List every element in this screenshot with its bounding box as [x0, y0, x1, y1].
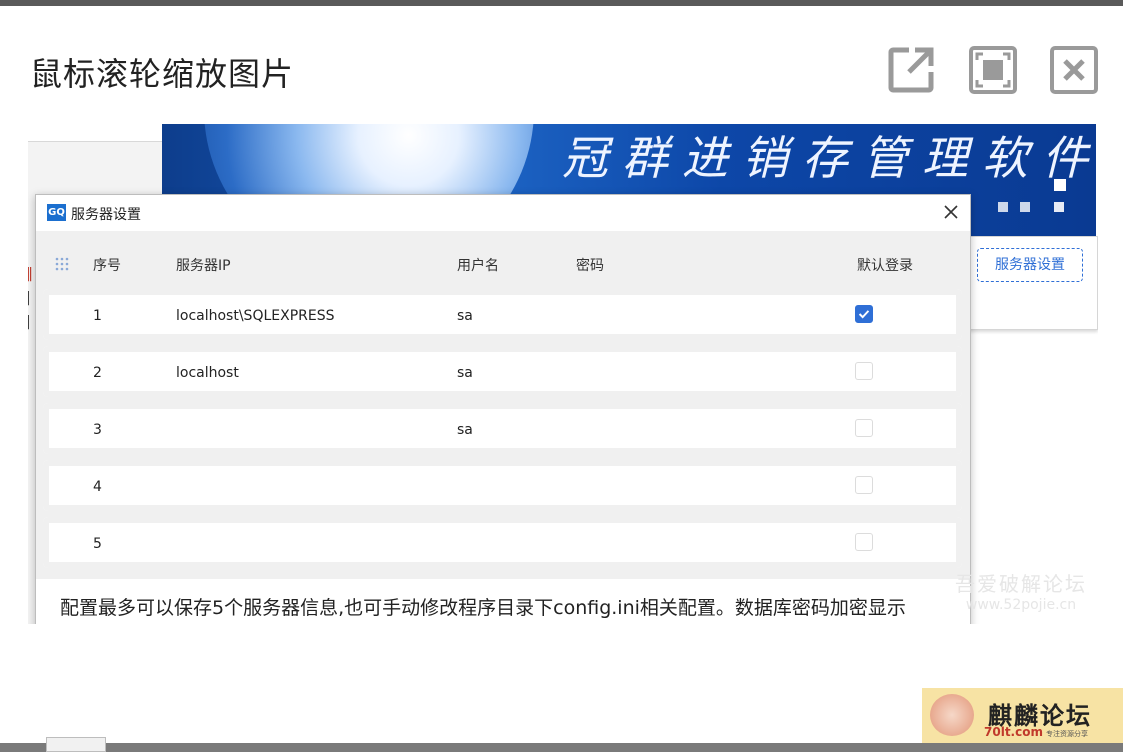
table-row[interactable]: 5 — [43, 517, 962, 568]
background-left-fragments: ‖|| — [28, 266, 33, 330]
table-row[interactable]: 3 sa — [43, 403, 962, 454]
cell-ip[interactable]: localhost — [176, 365, 239, 381]
banner-title: 冠群进销存管理软件 — [562, 131, 1096, 185]
fit-screen-icon — [969, 46, 1017, 94]
close-button[interactable] — [1048, 44, 1100, 96]
dialog-title: 服务器设置 — [71, 207, 141, 223]
background-fragment — [46, 737, 106, 752]
table-row[interactable]: 2 localhost sa — [43, 346, 962, 397]
brand-url: 70lt.com — [984, 725, 1043, 739]
background-window-strip — [0, 0, 1123, 6]
viewer-title: 鼠标滚轮缩放图片 — [30, 55, 295, 93]
grid-dots-icon[interactable] — [55, 257, 69, 271]
column-header-seq[interactable]: 序号 — [93, 255, 121, 275]
table-row[interactable]: 4 — [43, 460, 962, 511]
grid-header: 序号 服务器IP 用户名 密码 默认登录 — [36, 231, 970, 289]
background-window-strip-bottom — [0, 737, 1123, 752]
cell-user[interactable]: sa — [457, 422, 473, 438]
column-header-default-login[interactable]: 默认登录 — [857, 255, 913, 275]
brand-seal-icon — [930, 694, 974, 736]
cell-user[interactable]: sa — [457, 308, 473, 324]
dialog-title-bar: GQ 服务器设置 — [36, 195, 970, 231]
open-external-button[interactable] — [885, 44, 937, 96]
forum-watermark: 吾爱破解论坛 www.52pojie.cn — [955, 568, 1087, 613]
watermark-line1: 吾爱破解论坛 — [955, 572, 1087, 596]
app-logo-icon: GQ — [47, 204, 66, 221]
cell-seq: 3 — [93, 422, 102, 438]
server-settings-dialog: GQ 服务器设置 序号 服务器IP 用户名 密码 默认登录 1 localhos… — [35, 194, 971, 624]
table-row[interactable]: 1 localhost\SQLEXPRESS sa — [43, 289, 962, 340]
watermark-line2: www.52pojie.cn — [965, 597, 1077, 613]
default-login-checkbox[interactable] — [855, 305, 873, 323]
checkmark-icon — [858, 310, 870, 319]
default-login-checkbox[interactable] — [855, 476, 873, 494]
default-login-checkbox[interactable] — [855, 362, 873, 380]
column-header-ip[interactable]: 服务器IP — [176, 255, 231, 275]
banner-square — [998, 202, 1008, 212]
cell-user[interactable]: sa — [457, 365, 473, 381]
brand-tagline: 专注资源分享 — [1046, 730, 1088, 738]
close-x-icon — [944, 205, 958, 219]
default-login-checkbox[interactable] — [855, 533, 873, 551]
cell-seq: 2 — [93, 365, 102, 381]
cell-seq: 4 — [93, 479, 102, 495]
default-login-checkbox[interactable] — [855, 419, 873, 437]
fit-screen-button[interactable] — [967, 44, 1019, 96]
dialog-close-button[interactable] — [940, 201, 962, 223]
cell-ip[interactable]: localhost\SQLEXPRESS — [176, 308, 335, 324]
forum-brand-badge: 麒麟论坛 70lt.com 专注资源分享 — [922, 688, 1123, 743]
config-note: 配置最多可以保存5个服务器信息,也可手动修改程序目录下config.ini相关配… — [60, 597, 906, 619]
background-server-settings-button[interactable]: 服务器设置 — [977, 248, 1083, 282]
column-header-password[interactable]: 密码 — [576, 255, 604, 275]
banner-square — [1054, 202, 1064, 212]
banner-square — [1054, 179, 1066, 191]
cell-seq: 1 — [93, 308, 102, 324]
banner-square — [1020, 202, 1030, 212]
open-external-icon — [888, 47, 934, 93]
zoomed-screenshot: ‖|| 冠群进销存管理软件 服务器设置 GQ 服务器设置 — [28, 124, 1098, 624]
close-icon — [1050, 46, 1098, 94]
column-header-user[interactable]: 用户名 — [457, 255, 499, 275]
grid-body: 1 localhost\SQLEXPRESS sa 2 localhost sa… — [36, 289, 970, 579]
background-toolbar-panel: 服务器设置 — [958, 236, 1098, 330]
cell-seq: 5 — [93, 536, 102, 552]
